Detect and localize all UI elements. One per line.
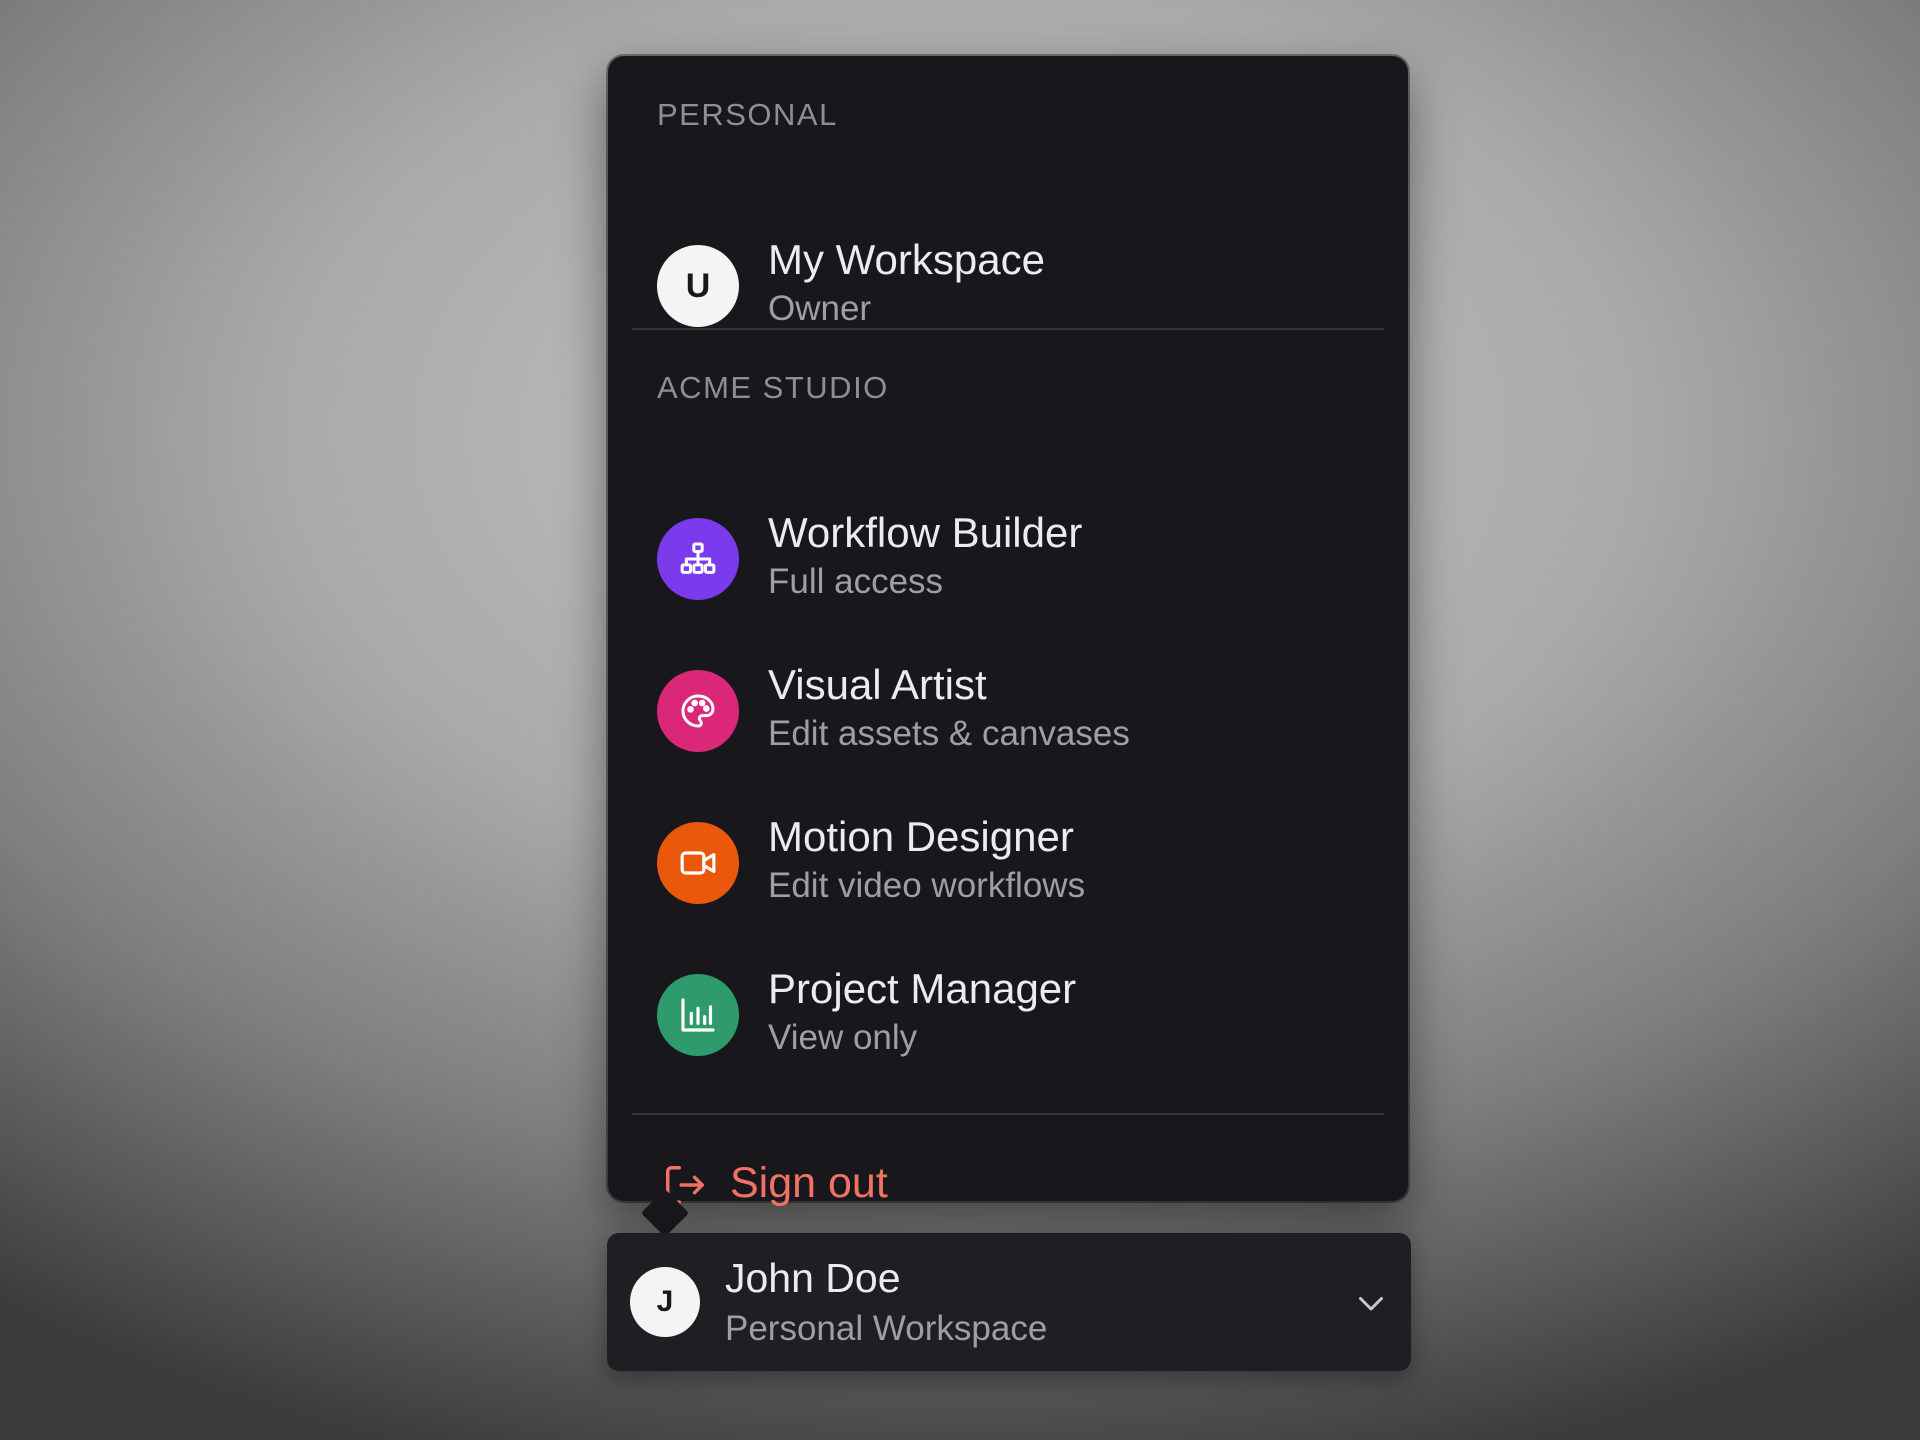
workspace-title: Project Manager bbox=[768, 965, 1077, 1012]
chevron-down-icon bbox=[1359, 1297, 1383, 1311]
workspace-item-project-manager[interactable]: Project Manager View only bbox=[632, 949, 1384, 1079]
workspace-menu: PERSONAL U My Workspace Owner ACME STUDI… bbox=[608, 56, 1408, 1207]
user-name: John Doe bbox=[725, 1255, 901, 1301]
avatar: U bbox=[657, 245, 739, 327]
workspace-title: My Workspace bbox=[768, 236, 1045, 283]
video-icon bbox=[657, 822, 739, 904]
current-workspace: Personal Workspace bbox=[725, 1309, 1048, 1348]
divider bbox=[632, 328, 1384, 330]
section-label-personal: PERSONAL bbox=[657, 97, 838, 132]
avatar: J bbox=[630, 1267, 700, 1337]
workspace-item-motion-designer[interactable]: Motion Designer Edit video workflows bbox=[632, 797, 1384, 927]
workspace-switcher-button[interactable]: J John Doe Personal Workspace bbox=[607, 1233, 1411, 1371]
workspace-item-workflow-builder[interactable]: Workflow Builder Full access bbox=[632, 493, 1384, 623]
divider bbox=[632, 1113, 1384, 1115]
palette-icon bbox=[657, 670, 739, 752]
sitemap-icon bbox=[657, 518, 739, 600]
workspace-title: Workflow Builder bbox=[768, 509, 1083, 556]
sign-out-button[interactable]: Sign out bbox=[648, 1150, 968, 1220]
workspace-item-my-workspace[interactable]: U My Workspace Owner bbox=[632, 220, 1384, 350]
section-label-acme-studio: ACME STUDIO bbox=[657, 370, 889, 405]
workspace-role: View only bbox=[768, 1018, 918, 1057]
workspace-role: Full access bbox=[768, 562, 944, 601]
sign-out-label: Sign out bbox=[730, 1159, 888, 1207]
workspace-title: Visual Artist bbox=[768, 661, 987, 708]
bar-chart-icon bbox=[657, 974, 739, 1056]
workspace-role: Owner bbox=[768, 289, 872, 328]
workspace-role: Edit assets & canvases bbox=[768, 714, 1130, 753]
workspace-title: Motion Designer bbox=[768, 813, 1074, 860]
workspace-role: Edit video workflows bbox=[768, 866, 1086, 905]
workspace-item-visual-artist[interactable]: Visual Artist Edit assets & canvases bbox=[632, 645, 1384, 775]
